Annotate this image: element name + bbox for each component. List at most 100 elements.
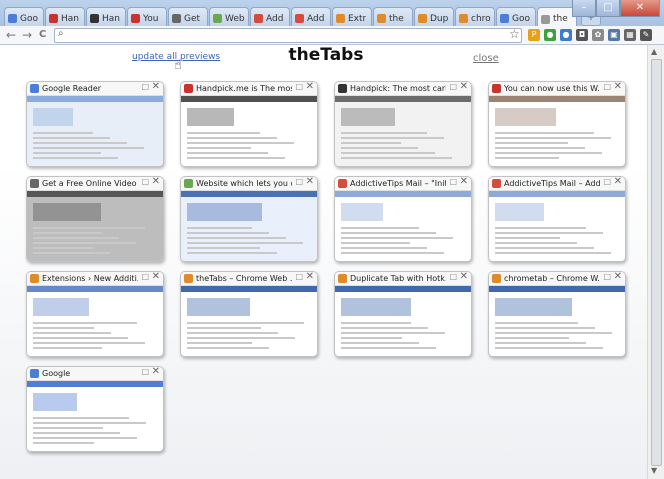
browser-tab[interactable]: the [373, 7, 413, 26]
ext-wrench-icon[interactable]: ✎ [640, 29, 652, 41]
scroll-thumb[interactable] [651, 59, 662, 466]
card-close-icon[interactable]: ✕ [460, 272, 468, 282]
back-button[interactable]: ← [6, 28, 16, 42]
card-restore-icon[interactable]: □ [603, 82, 611, 91]
card-close-icon[interactable]: ✕ [306, 82, 314, 92]
card-close-icon[interactable]: ✕ [152, 272, 160, 282]
browser-tab[interactable]: You [127, 7, 167, 26]
ext-camera-icon[interactable]: ◘ [576, 29, 588, 41]
thumbnail-image-block [495, 108, 556, 126]
forward-button[interactable]: → [22, 28, 32, 42]
tab-preview-card[interactable]: You can now use this W... □ ✕ [488, 81, 626, 167]
tab-preview-card[interactable]: chrometab – Chrome W... □ ✕ [488, 271, 626, 357]
card-restore-icon[interactable]: □ [141, 177, 149, 186]
thumbnail-text-line [341, 137, 444, 139]
tab-preview-card[interactable]: theTabs – Chrome Web ... □ ✕ [180, 271, 318, 357]
ext-green-icon[interactable]: ● [544, 29, 556, 41]
card-restore-icon[interactable]: □ [141, 367, 149, 376]
card-title: AddictiveTips Mail – Add... [504, 179, 600, 188]
card-favicon-icon [184, 84, 193, 93]
tab-label: Add [307, 13, 325, 24]
bookmark-star-icon[interactable]: ☆ [509, 27, 520, 41]
card-close-icon[interactable]: ✕ [614, 82, 622, 92]
thumbnail-text-line [495, 137, 611, 139]
thumbnail-text-line [187, 137, 277, 139]
tab-favicon-icon [459, 14, 468, 23]
scroll-up-icon[interactable]: ▲ [651, 47, 657, 56]
thumbnail-text-line [33, 247, 93, 249]
card-restore-icon[interactable]: □ [141, 82, 149, 91]
page-thumbnail [335, 286, 471, 356]
card-close-icon[interactable]: ✕ [614, 177, 622, 187]
thumbnail-text-line [495, 247, 594, 249]
tab-preview-card[interactable]: Get a Free Online Video ... □ ✕ [26, 176, 164, 262]
card-close-icon[interactable]: ✕ [460, 177, 468, 187]
thumbnail-text-line [187, 132, 260, 134]
browser-tab[interactable]: Goo [496, 7, 536, 26]
thumbnail-text-line [33, 132, 93, 134]
browser-tab[interactable]: Get [168, 7, 208, 26]
thumbnail-text-line [187, 342, 252, 344]
tab-preview-card[interactable]: AddictiveTips Mail – "Init... □ ✕ [334, 176, 472, 262]
page-thumbnail [489, 96, 625, 166]
browser-tab[interactable]: Add [250, 7, 290, 26]
card-restore-icon[interactable]: □ [295, 177, 303, 186]
thumbnail-header-band [27, 286, 163, 292]
vertical-scrollbar[interactable]: ▲ ▼ [647, 45, 664, 479]
thumbnail-text-line [33, 242, 136, 244]
tab-preview-card[interactable]: Website which lets you d...□✕ [180, 176, 318, 262]
browser-tab[interactable]: Han [86, 7, 126, 26]
card-close-icon[interactable]: ✕ [152, 177, 160, 187]
browser-tab[interactable]: Web [209, 7, 249, 26]
ext-gear-icon[interactable]: ✿ [592, 29, 604, 41]
card-close-icon[interactable]: ✕ [306, 272, 314, 282]
card-header: theTabs – Chrome Web ... □ ✕ [181, 272, 317, 286]
thumbnail-header-band [335, 191, 471, 197]
thumbnail-text-line [33, 422, 146, 424]
tab-preview-card[interactable]: AddictiveTips Mail – Add... □ ✕ [488, 176, 626, 262]
card-restore-icon[interactable]: □ [449, 177, 457, 186]
tab-preview-card[interactable]: Google Reader □ ✕ [26, 81, 164, 167]
ext-blue-icon[interactable]: ● [560, 29, 572, 41]
ext-flag-icon[interactable]: ▣ [608, 29, 620, 41]
browser-tab[interactable]: Extr [332, 7, 372, 26]
tab-preview-card[interactable]: Handpick: The most cari... □ ✕ [334, 81, 472, 167]
thumbnail-text-line [341, 147, 418, 149]
close-window-button[interactable]: ✕ [620, 0, 660, 17]
tab-label: chro [471, 13, 491, 24]
card-restore-icon[interactable]: □ [449, 82, 457, 91]
minimize-button[interactable]: – [572, 0, 596, 17]
card-restore-icon[interactable]: □ [295, 272, 303, 281]
browser-tab[interactable]: Dup [414, 7, 454, 26]
tab-preview-card[interactable]: Duplicate Tab with Hotk... □ ✕ [334, 271, 472, 357]
tab-preview-card[interactable]: Extensions › New Additi... □ ✕ [26, 271, 164, 357]
browser-tab[interactable]: Han [45, 7, 85, 26]
card-close-icon[interactable]: ✕ [614, 272, 622, 282]
ext-grid-icon[interactable]: ▦ [624, 29, 636, 41]
tab-preview-card[interactable]: Google □ ✕ [26, 366, 164, 452]
close-link[interactable]: close [473, 53, 499, 64]
card-restore-icon[interactable]: □ [603, 177, 611, 186]
card-restore-icon[interactable]: □ [141, 272, 149, 281]
card-restore-icon[interactable]: □ [603, 272, 611, 281]
reload-button[interactable]: C [39, 29, 46, 40]
card-close-icon[interactable]: ✕ [152, 82, 160, 92]
scroll-down-icon[interactable]: ▼ [651, 466, 657, 475]
maximize-button[interactable]: □ [596, 0, 620, 17]
ext-star-icon[interactable]: P [528, 29, 540, 41]
card-favicon-icon [338, 274, 347, 283]
browser-tab[interactable]: Add [291, 7, 331, 26]
browser-tab[interactable]: Goo [4, 7, 44, 26]
card-close-icon[interactable]: ✕ [152, 367, 160, 377]
tab-preview-card[interactable]: Handpick.me is The most ...□✕ [180, 81, 318, 167]
browser-tab[interactable]: the [537, 7, 577, 27]
card-close-icon[interactable]: ✕ [306, 177, 314, 187]
card-close-icon[interactable]: ✕ [460, 82, 468, 92]
thumbnail-text-line [33, 417, 129, 419]
address-bar[interactable]: ⌕ [54, 28, 522, 43]
browser-tab[interactable]: chro [455, 7, 495, 26]
card-restore-icon[interactable]: □ [449, 272, 457, 281]
card-title: Duplicate Tab with Hotk... [350, 274, 446, 283]
card-restore-icon[interactable]: □ [295, 82, 303, 91]
thumbnail-text-line [33, 147, 144, 149]
